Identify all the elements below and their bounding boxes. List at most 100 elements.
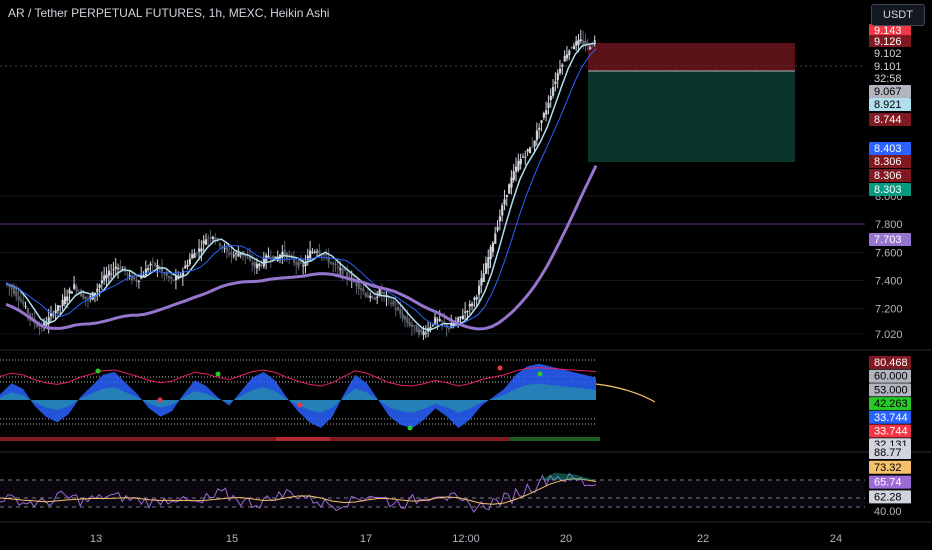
candle-body bbox=[22, 301, 25, 305]
candle-body bbox=[549, 95, 552, 100]
candle-body bbox=[117, 268, 120, 270]
candle-body bbox=[482, 273, 485, 282]
state-bar-segment bbox=[54, 437, 60, 441]
state-bar-segment bbox=[198, 437, 204, 441]
candle-body bbox=[24, 305, 27, 307]
state-bar-segment bbox=[516, 437, 522, 441]
osc-state-bar bbox=[0, 437, 600, 441]
candle-body bbox=[339, 268, 342, 270]
price-label-text: 40.00 bbox=[874, 506, 902, 518]
state-bar-segment bbox=[390, 437, 396, 441]
currency-selector[interactable]: USDT bbox=[871, 4, 925, 26]
candle-body bbox=[15, 290, 18, 297]
state-bar-segment bbox=[246, 437, 252, 441]
candle-body bbox=[577, 39, 580, 45]
candle-body bbox=[558, 68, 562, 74]
candle-body bbox=[360, 288, 363, 290]
state-bar-segment bbox=[300, 437, 306, 441]
price-label-text: 9.102 bbox=[874, 48, 902, 60]
candle-body bbox=[225, 247, 229, 252]
state-bar-segment bbox=[66, 437, 72, 441]
candle-body bbox=[570, 47, 573, 49]
candle-body bbox=[91, 292, 94, 300]
state-bar-segment bbox=[228, 437, 234, 441]
candle-body bbox=[579, 39, 583, 42]
price-label-text: 88.77 bbox=[874, 447, 902, 459]
candle-body bbox=[376, 296, 379, 298]
time-tick-label: 12:00 bbox=[452, 533, 480, 545]
rsi-band bbox=[0, 480, 865, 507]
state-bar-segment bbox=[450, 437, 456, 441]
state-bar-segment bbox=[576, 437, 582, 441]
candle-body bbox=[468, 303, 471, 307]
candle-body bbox=[302, 265, 305, 267]
state-bar-segment bbox=[546, 437, 552, 441]
candle-body bbox=[346, 271, 349, 278]
candle-body bbox=[473, 297, 476, 300]
candle-body bbox=[179, 274, 182, 276]
candle-body bbox=[390, 302, 393, 304]
candle-body bbox=[209, 236, 212, 239]
state-bar-segment bbox=[480, 437, 486, 441]
candle-body bbox=[147, 268, 150, 270]
candle-body bbox=[84, 296, 87, 299]
state-bar-segment bbox=[336, 437, 342, 441]
state-bar-segment bbox=[396, 437, 402, 441]
state-bar-segment bbox=[420, 437, 426, 441]
state-bar-segment bbox=[360, 437, 366, 441]
state-bar-segment bbox=[96, 437, 102, 441]
candle-body bbox=[151, 261, 154, 263]
candle-body bbox=[211, 236, 215, 240]
state-bar-segment bbox=[558, 437, 564, 441]
candle-body bbox=[519, 158, 522, 165]
candle-body bbox=[126, 273, 129, 275]
state-bar-segment bbox=[510, 437, 516, 441]
candle-body bbox=[75, 286, 78, 292]
candle-body bbox=[56, 305, 60, 311]
candle-body bbox=[413, 325, 416, 327]
candle-body bbox=[399, 309, 402, 315]
price-tick-label: 7.800 bbox=[875, 219, 903, 231]
candle-body bbox=[480, 278, 483, 286]
candle-body bbox=[112, 269, 115, 271]
candle-body bbox=[545, 110, 548, 115]
candle-body bbox=[66, 296, 69, 301]
state-bar-segment bbox=[156, 437, 162, 441]
candle-body bbox=[540, 120, 543, 123]
osc-signal-dot bbox=[215, 371, 221, 377]
candle-body bbox=[292, 258, 296, 263]
state-bar-segment bbox=[582, 437, 588, 441]
state-bar-segment bbox=[498, 437, 504, 441]
candle-body bbox=[251, 262, 254, 265]
price-label-text: 65.74 bbox=[874, 477, 902, 489]
price-label-text: 33.744 bbox=[874, 412, 908, 424]
state-bar-segment bbox=[522, 437, 528, 441]
trading-chart[interactable]: 7.0207.2007.4007.6007.8008.0009.1439.126… bbox=[0, 0, 932, 550]
state-bar-segment bbox=[372, 437, 378, 441]
price-label-text: 9.067 bbox=[874, 86, 902, 98]
state-bar-segment bbox=[468, 437, 474, 441]
candle-body bbox=[531, 146, 534, 148]
candle-body bbox=[96, 288, 99, 293]
candle-body bbox=[572, 45, 576, 50]
state-bar-segment bbox=[312, 437, 318, 441]
state-bar-segment bbox=[168, 437, 174, 441]
candle-body bbox=[447, 327, 451, 330]
candle bbox=[508, 183, 511, 194]
state-bar-segment bbox=[306, 437, 312, 441]
state-bar-segment bbox=[24, 437, 30, 441]
candle-body bbox=[487, 257, 490, 269]
candle-body bbox=[156, 265, 159, 268]
price-tick-label: 7.020 bbox=[875, 329, 903, 341]
candle-body bbox=[103, 275, 106, 281]
candle-body bbox=[188, 258, 191, 265]
osc-signal-dot bbox=[407, 425, 413, 431]
candle-body bbox=[107, 270, 111, 276]
candle-body bbox=[364, 292, 367, 297]
state-bar-segment bbox=[504, 437, 510, 441]
state-bar-segment bbox=[342, 437, 348, 441]
candle-body bbox=[406, 317, 409, 324]
state-bar-segment bbox=[12, 437, 18, 441]
state-bar-segment bbox=[174, 437, 180, 441]
candle-body bbox=[186, 264, 189, 267]
